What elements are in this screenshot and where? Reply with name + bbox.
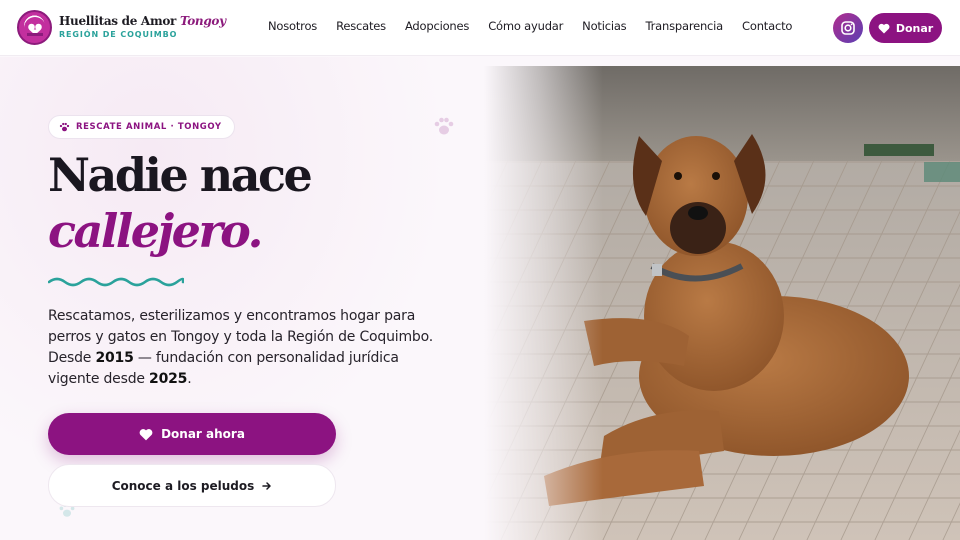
nav-item-contacto[interactable]: Contacto	[742, 19, 792, 33]
instagram-button[interactable]	[833, 13, 863, 43]
paw-decoration-icon	[434, 117, 454, 135]
instagram-icon	[841, 21, 855, 35]
meet-pets-label: Conoce a los peludos	[111, 478, 255, 493]
nav-item-nosotros[interactable]: Nosotros	[268, 19, 317, 33]
donate-button-label: Donar	[895, 21, 934, 35]
donate-now-label: Donar ahora	[161, 427, 245, 441]
logo-icon[interactable]	[17, 10, 52, 45]
nav-item-adopciones[interactable]: Adopciones	[405, 19, 469, 33]
heart-icon	[878, 23, 890, 33]
donate-button[interactable]: Donar	[869, 13, 942, 43]
donate-now-button[interactable]: Donar ahora	[48, 413, 336, 455]
wave-divider	[48, 277, 184, 287]
brand-name: Huellitas de Amor Tongoy	[59, 14, 226, 28]
arrow-right-icon	[262, 481, 272, 490]
brand[interactable]: Huellitas de Amor Tongoy REGIÓN DE COQUI…	[59, 14, 226, 39]
meet-pets-button[interactable]: Conoce a los peludos	[48, 464, 336, 507]
hero-description: Rescatamos, esterilizamos y encontramos …	[48, 308, 433, 387]
nav-item-noticias[interactable]: Noticias	[582, 19, 627, 33]
hero-dog-photo	[484, 66, 960, 540]
hero-tag-label: RESCATE ANIMAL · TONGOY	[76, 122, 222, 132]
nav-item-como-ayudar[interactable]: Cómo ayudar	[488, 19, 563, 33]
year-founded: 2015	[95, 350, 134, 366]
nav-item-transparencia[interactable]: Transparencia	[645, 19, 723, 33]
hero-title-line1: Nadie nace	[48, 148, 313, 202]
main-menu: Nosotros Rescates Adopciones Cómo ayudar…	[268, 19, 811, 33]
top-nav: Huellitas de Amor Tongoy REGIÓN DE COQUI…	[0, 0, 960, 56]
brand-subtitle: REGIÓN DE COQUIMBO	[59, 30, 178, 39]
heart-icon	[139, 428, 153, 440]
paw-icon	[59, 122, 70, 132]
hero-tag: RESCATE ANIMAL · TONGOY	[48, 115, 235, 139]
year-legal: 2025	[149, 371, 188, 387]
hero-title-line2: callejero.	[48, 204, 264, 258]
nav-item-rescates[interactable]: Rescates	[336, 19, 386, 33]
